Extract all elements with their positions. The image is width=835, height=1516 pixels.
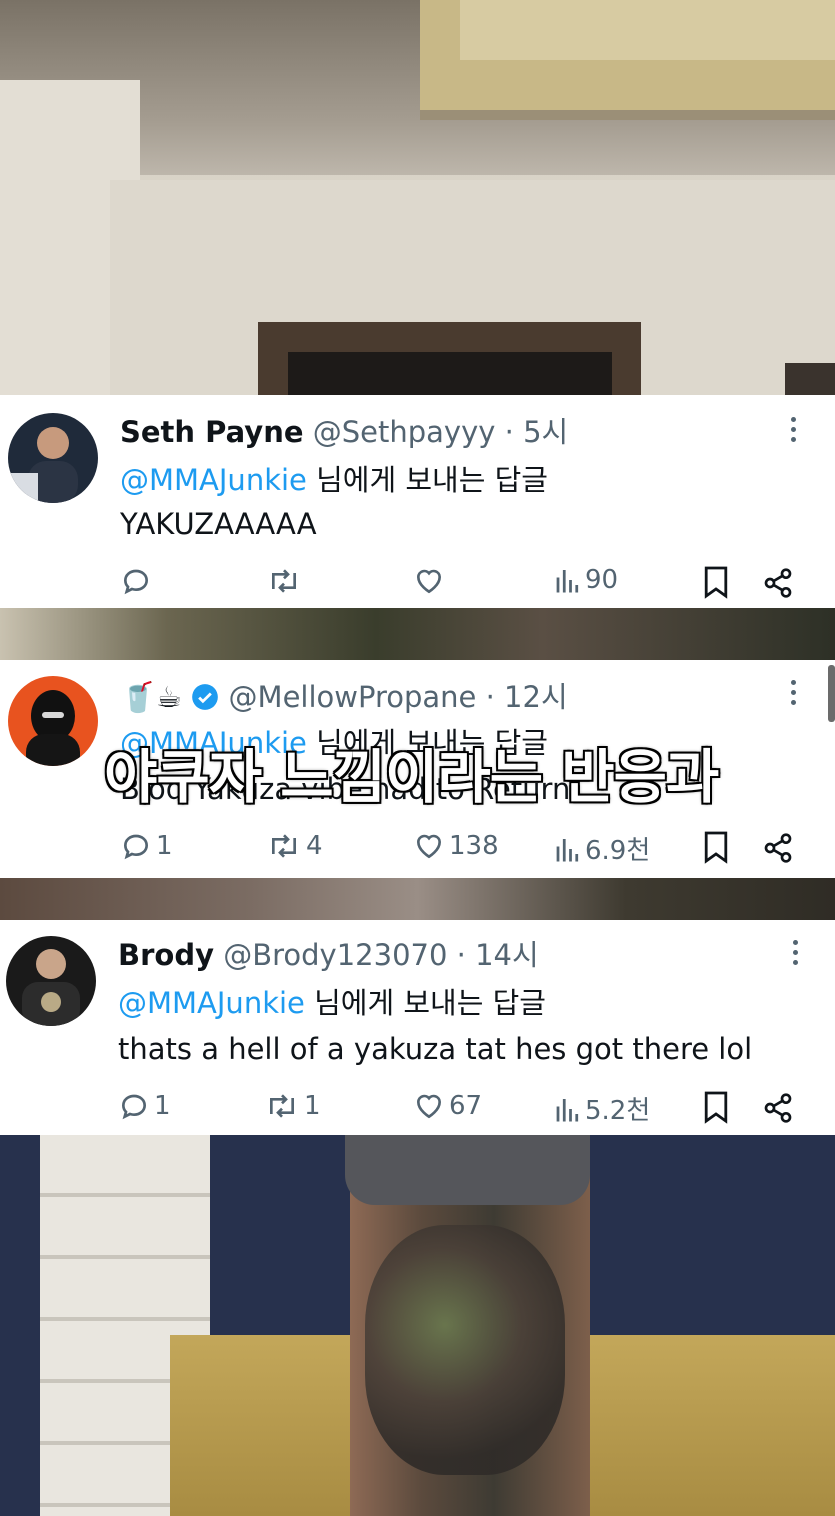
share-button[interactable] [762, 832, 794, 864]
reply-icon [121, 1094, 147, 1120]
view-count: 90 [585, 565, 619, 595]
tweet-header: Seth Payne @Sethpayyy · 5시 [120, 409, 568, 451]
share-icon [764, 833, 792, 863]
like-button[interactable]: 67 [413, 1090, 482, 1122]
bookmark-button[interactable] [702, 1090, 730, 1124]
retweet-icon [272, 569, 296, 593]
heart-icon [416, 569, 442, 594]
heart-icon [416, 834, 442, 859]
verified-badge-icon [192, 684, 219, 710]
reply-to-line: @MMAJunkie 님에게 보내는 답글 [120, 463, 548, 497]
display-name[interactable]: 🥤☕ [120, 680, 182, 714]
retweet-icon [272, 834, 296, 858]
reply-count: 1 [156, 831, 173, 861]
timestamp[interactable]: · 5시 [505, 415, 569, 449]
retweet-icon [270, 1094, 294, 1118]
reply-to-line: @MMAJunkie 님에게 보내는 답글 [118, 986, 546, 1020]
tweet-text: thats a hell of a yakuza tat hes got the… [118, 1032, 753, 1066]
reply-button[interactable] [120, 565, 156, 597]
reply-button[interactable]: 1 [118, 1090, 171, 1122]
view-count: 5.2천 [585, 1096, 651, 1126]
video-caption: 야쿠자 느낌이라는 반응과 [102, 742, 720, 813]
bookmark-button[interactable] [702, 565, 730, 599]
view-count: 6.9천 [585, 836, 651, 866]
handle[interactable]: @Sethpayyy [313, 415, 496, 449]
bookmark-button[interactable] [702, 830, 730, 864]
tweet-text: YAKUZAAAAA [120, 507, 317, 541]
tweet-header: Brody @Brody123070 · 14시 [118, 932, 539, 974]
views-chart-icon [556, 1098, 579, 1121]
retweet-button[interactable]: 1 [264, 1090, 321, 1122]
like-button[interactable] [413, 565, 449, 597]
bookmark-icon [704, 1091, 728, 1124]
avatar[interactable] [8, 413, 98, 503]
more-options-icon[interactable] [791, 417, 797, 442]
timestamp[interactable]: · 12시 [486, 680, 568, 714]
reply-button[interactable]: 1 [120, 830, 173, 862]
share-icon [764, 568, 792, 598]
retweet-count: 1 [304, 1091, 321, 1121]
display-name[interactable]: Brody [118, 938, 214, 972]
video-frame-strip-2 [0, 878, 835, 920]
video-frame-bottom [0, 1135, 835, 1516]
like-button[interactable]: 138 [413, 830, 499, 862]
bookmark-icon [704, 566, 728, 599]
display-name[interactable]: Seth Payne [120, 415, 304, 449]
video-frame-top [0, 0, 835, 395]
views-button[interactable]: 6.9천 [555, 830, 650, 867]
avatar[interactable] [8, 676, 98, 766]
more-options-icon[interactable] [793, 940, 799, 965]
handle[interactable]: @MellowPropane [229, 680, 477, 714]
tweet-header: 🥤☕ @MellowPropane · 12시 [120, 674, 568, 716]
retweet-button[interactable] [266, 565, 306, 597]
timestamp[interactable]: · 14시 [457, 938, 539, 972]
views-button[interactable]: 5.2천 [555, 1090, 650, 1127]
retweet-button[interactable]: 4 [266, 830, 323, 862]
heart-icon [416, 1094, 442, 1119]
like-count: 67 [449, 1091, 483, 1121]
views-chart-icon [556, 838, 579, 861]
views-button[interactable]: 90 [555, 565, 618, 595]
tweet-card-1[interactable]: Seth Payne @Sethpayyy · 5시 @MMAJunkie 님에… [0, 395, 835, 608]
bookmark-icon [704, 831, 728, 864]
share-button[interactable] [762, 1092, 794, 1124]
reply-icon [123, 834, 149, 860]
reply-icon [123, 569, 149, 595]
reply-count: 1 [154, 1091, 171, 1121]
share-button[interactable] [762, 567, 794, 599]
scrollbar[interactable] [828, 665, 835, 722]
views-chart-icon [556, 570, 579, 593]
like-count: 138 [449, 831, 499, 861]
tweet-card-3[interactable]: Brody @Brody123070 · 14시 @MMAJunkie 님에게 … [0, 920, 835, 1135]
reply-handle-link[interactable]: @MMAJunkie [120, 463, 307, 497]
retweet-count: 4 [306, 831, 323, 861]
video-frame-strip-1 [0, 608, 835, 660]
avatar[interactable] [6, 936, 96, 1026]
handle[interactable]: @Brody123070 [223, 938, 447, 972]
more-options-icon[interactable] [791, 680, 797, 705]
reply-handle-link[interactable]: @MMAJunkie [118, 986, 305, 1020]
share-icon [764, 1093, 792, 1123]
